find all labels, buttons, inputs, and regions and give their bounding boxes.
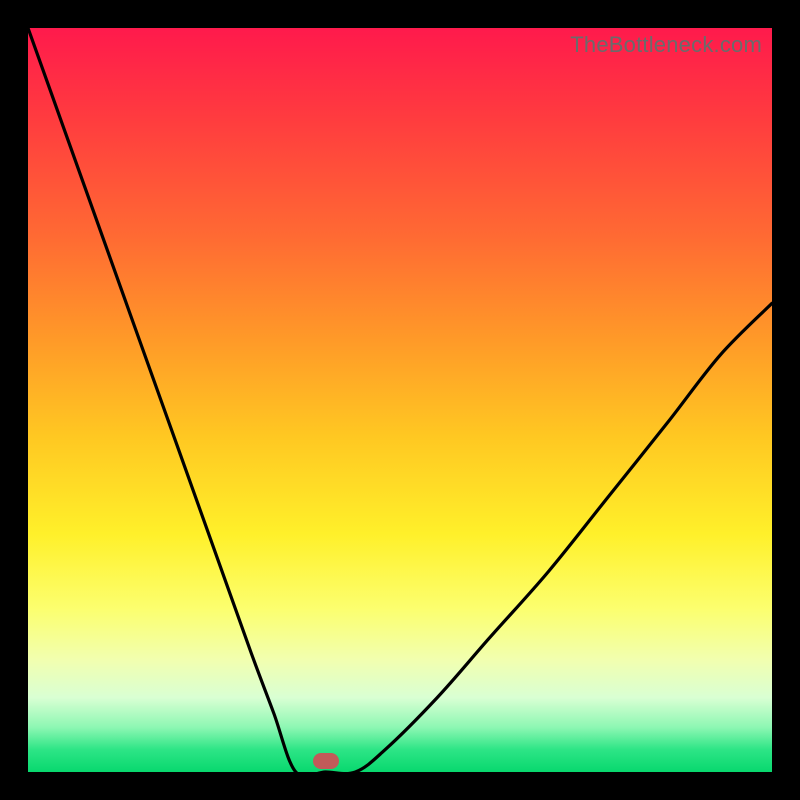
bottleneck-curve [28,28,772,772]
plot-area: TheBottleneck.com [28,28,772,772]
curve-path [28,28,772,776]
chart-frame: TheBottleneck.com [0,0,800,800]
optimum-marker [313,753,339,769]
